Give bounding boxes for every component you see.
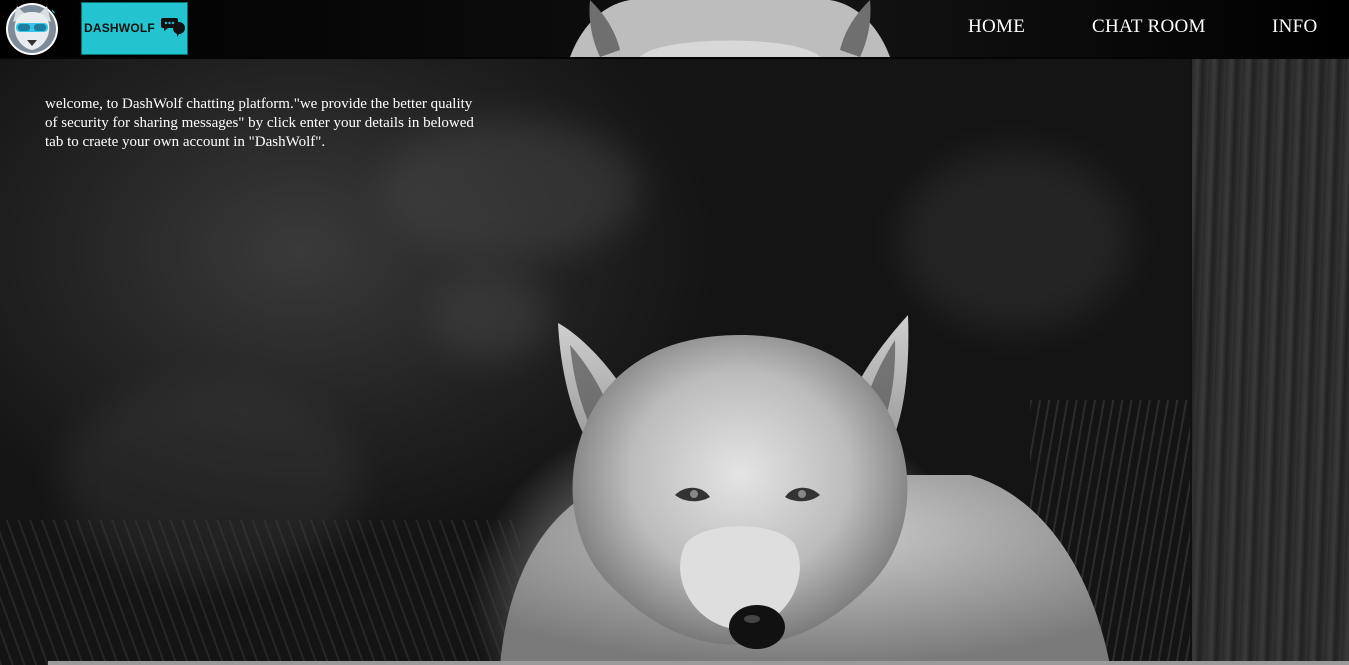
grass-foreground	[0, 520, 520, 665]
chat-bubbles-icon	[161, 18, 185, 37]
nav-home[interactable]: HOME	[968, 16, 1025, 42]
welcome-message: welcome, to DashWolf chatting platform."…	[45, 96, 474, 150]
brand-name: DASHWOLF	[84, 21, 155, 35]
background-wolf-image	[500, 315, 1110, 665]
site-header: DASHWOLF HOME CHAT ROOM INFO	[0, 0, 1349, 59]
nav-chat-room[interactable]: CHAT ROOM	[1092, 16, 1206, 42]
tree-trunk	[1190, 58, 1349, 665]
horizontal-scrollbar[interactable]	[48, 661, 1349, 665]
nav-info[interactable]: INFO	[1272, 16, 1318, 42]
header-wolf-image	[570, 0, 890, 57]
landing-page: DASHWOLF HOME CHAT ROOM INFO welcome, to…	[0, 0, 1349, 665]
background-haze	[900, 150, 1130, 330]
wolf-mascot-icon[interactable]	[3, 2, 61, 56]
brand-logo[interactable]: DASHWOLF	[81, 2, 188, 55]
